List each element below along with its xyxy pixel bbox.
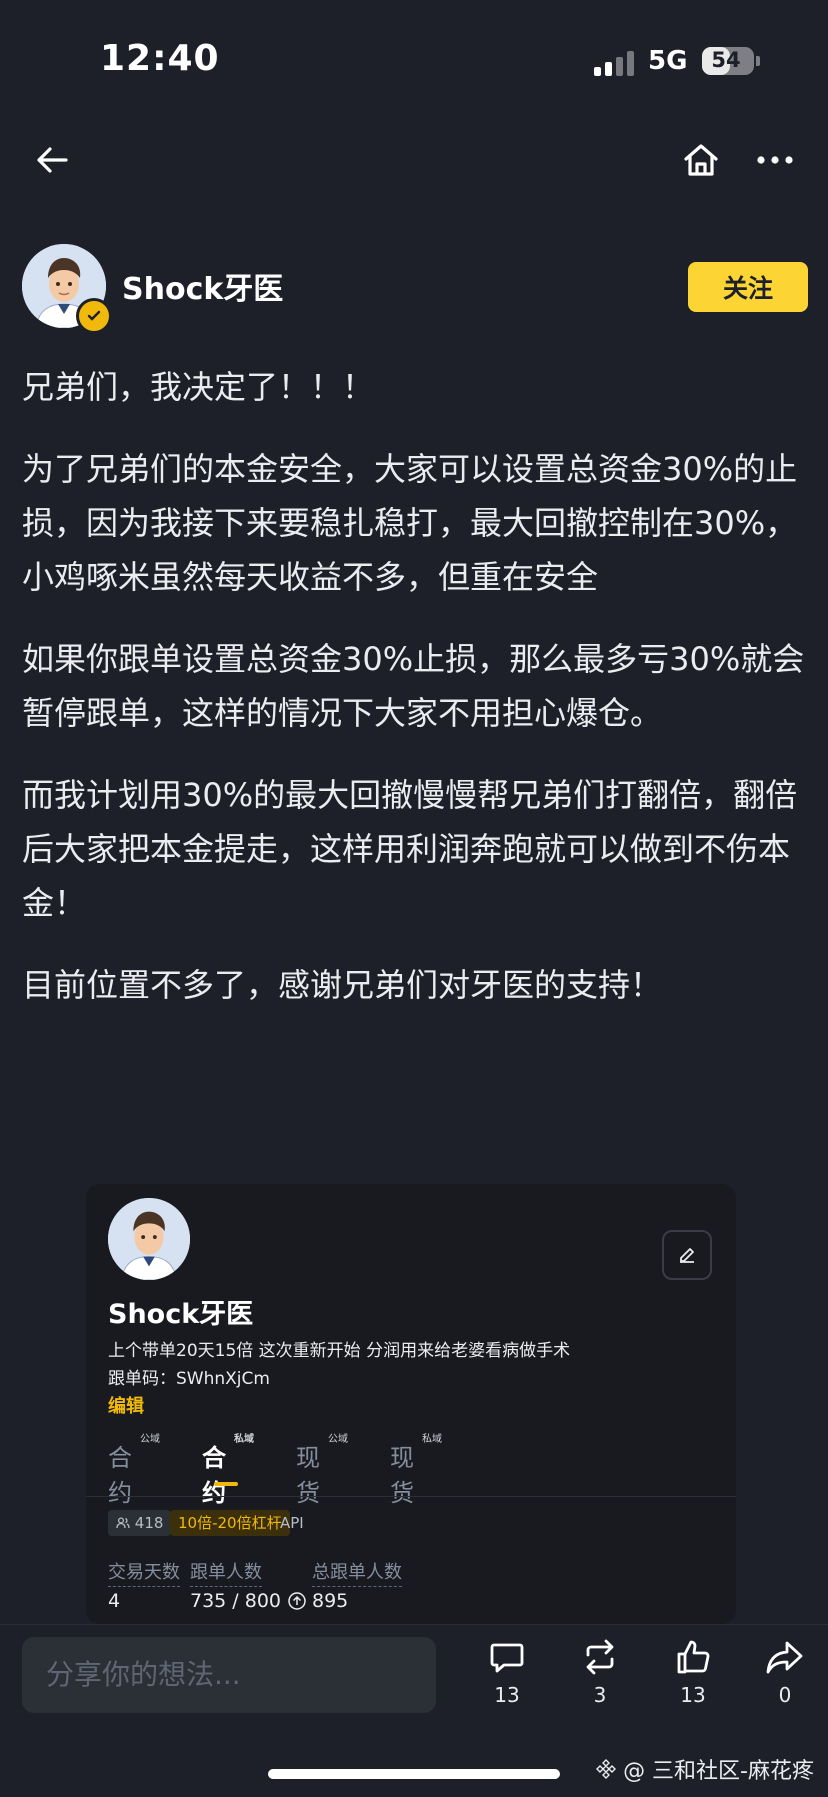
repost-icon <box>586 1639 614 1675</box>
top-nav <box>0 130 828 210</box>
author-name[interactable]: Shock牙医 <box>122 264 283 308</box>
post-paragraph: 而我计划用30%的最大回撤慢慢帮兄弟们打翻倍，翻倍后大家把本金提走，这样用利润奔… <box>22 776 798 922</box>
embedded-bio: 上个带单20天15倍 这次重新开始 分润用来给老婆看病做手术 <box>108 1341 571 1361</box>
followers-chip: 418 <box>108 1510 172 1536</box>
repost-count: 3 <box>593 1683 607 1707</box>
watermark: @ 三和社区-麻花疼 <box>595 1753 814 1785</box>
embedded-copy-code: 跟单码：SWhnXjCm <box>108 1369 270 1389</box>
comment-icon <box>490 1643 524 1673</box>
stat-label: 跟单人数 <box>190 1558 262 1587</box>
tabs-divider <box>86 1496 736 1497</box>
post-paragraph: 为了兄弟们的本金安全，大家可以设置总资金30%的止损，因为我接下来要稳扎稳打，最… <box>22 450 798 596</box>
comment-input[interactable]: 分享你的想法... <box>22 1637 436 1713</box>
status-bar: 12:40 5G 54 <box>0 0 828 120</box>
network-type: 5G <box>648 46 688 76</box>
stat-value: 895 <box>312 1590 349 1612</box>
active-tab-indicator <box>214 1482 238 1486</box>
bottom-action-bar: 分享你的想法... 13 3 13 0 @ 三和社区-麻花疼 <box>0 1624 828 1797</box>
stat-label: 总跟单人数 <box>312 1558 402 1587</box>
embedded-name: Shock牙医 <box>108 1299 254 1330</box>
follow-button[interactable]: 关注 <box>688 262 808 312</box>
users-icon <box>116 1517 130 1529</box>
home-indicator <box>268 1769 560 1779</box>
post-paragraph: 如果你跟单设置总资金30%止损，那么最多亏30%就会暂停跟单，这样的情况下大家不… <box>22 640 805 732</box>
embedded-tab: 公域 合约 <box>108 1434 160 1507</box>
status-time: 12:40 <box>100 38 220 79</box>
comment-button[interactable]: 13 <box>472 1637 542 1707</box>
embedded-tab: 私域 现货 <box>390 1434 442 1507</box>
embedded-tab-active: 私域 合约 <box>202 1434 254 1507</box>
arrow-up-circle-icon <box>288 1592 306 1610</box>
share-arrow-icon <box>766 1641 803 1674</box>
share-count: 0 <box>778 1683 792 1707</box>
battery-icon: 54 <box>702 47 760 75</box>
embedded-tab: 公域 现货 <box>296 1434 348 1507</box>
edit-profile-icon <box>662 1230 712 1280</box>
repost-button[interactable]: 3 <box>565 1637 635 1707</box>
post-body: 兄弟们，我决定了！！！ 为了兄弟们的本金安全，大家可以设置总资金30%的止损，因… <box>22 360 812 1040</box>
like-count: 13 <box>680 1683 706 1707</box>
stat-value: 735 / 800 <box>190 1590 307 1612</box>
like-button[interactable]: 13 <box>658 1637 728 1707</box>
binance-logo-icon <box>596 1759 617 1779</box>
verified-badge-icon <box>76 298 112 334</box>
embedded-edit-link: 编辑 <box>108 1396 144 1417</box>
battery-level: 54 <box>711 48 741 72</box>
more-options-icon[interactable] <box>745 130 805 190</box>
cellular-signal-icon <box>594 50 638 76</box>
author-header: Shock牙医 关注 <box>22 244 808 334</box>
post-paragraph: 兄弟们，我决定了！！！ <box>22 368 375 406</box>
stat-value: 4 <box>108 1590 121 1612</box>
back-arrow-icon[interactable] <box>22 130 82 190</box>
embedded-avatar <box>108 1198 190 1280</box>
thumbs-up-icon <box>677 1640 710 1674</box>
stat-label: 交易天数 <box>108 1558 180 1587</box>
api-chip: API <box>280 1514 304 1532</box>
share-button[interactable]: 0 <box>750 1637 820 1707</box>
embedded-profile-image[interactable]: Shock牙医 上个带单20天15倍 这次重新开始 分润用来给老婆看病做手术 跟… <box>86 1184 736 1624</box>
comment-count: 13 <box>494 1683 520 1707</box>
home-icon[interactable] <box>671 130 731 190</box>
post-paragraph: 目前位置不多了，感谢兄弟们对牙医的支持！ <box>22 966 663 1004</box>
